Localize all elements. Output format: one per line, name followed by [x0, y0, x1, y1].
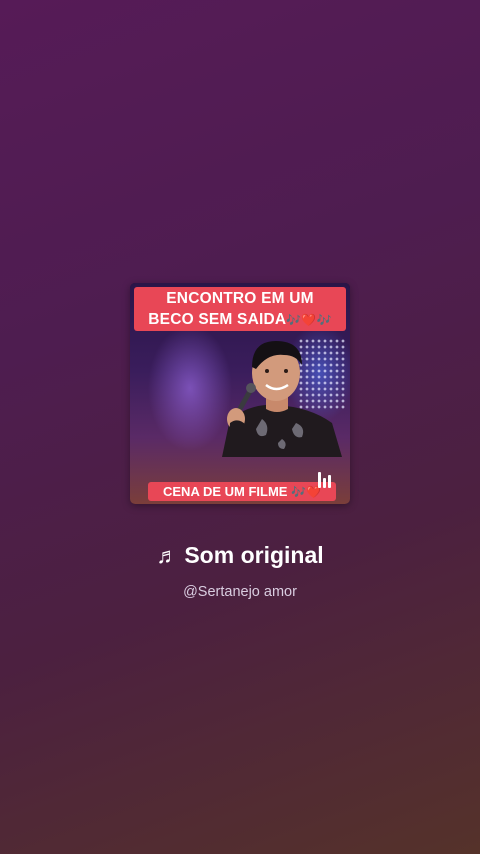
cover-title-line-2-wrap: BECO SEM SAIDA🎶❤️🎶 — [134, 309, 346, 331]
sound-author[interactable]: @Sertanejo amor — [0, 582, 480, 602]
notes-heart-emoji: 🎶❤️🎶 — [286, 313, 332, 327]
singer-image — [222, 341, 342, 457]
cover-bottom-caption: CENA DE UM FILME — [163, 484, 288, 499]
cover-bottom-banner: CENA DE UM FILME 🎶❤️ — [148, 482, 336, 501]
sound-cover-art[interactable]: ENCONTRO EM UM BECO SEM SAIDA🎶❤️🎶 CENA D… — [130, 283, 350, 504]
audio-bars-icon — [318, 472, 332, 488]
caption-emoji: 🎶❤️ — [291, 485, 321, 499]
music-note-icon: ♬ — [156, 543, 179, 568]
sound-title-text: Som original — [184, 542, 324, 568]
cover-title-line-2: BECO SEM SAIDA — [148, 311, 287, 328]
cover-top-banner: ENCONTRO EM UM BECO SEM SAIDA🎶❤️🎶 — [134, 287, 346, 331]
cover-title-line-1: ENCONTRO EM UM — [166, 290, 314, 307]
sound-title: ♬ Som original — [0, 540, 480, 571]
